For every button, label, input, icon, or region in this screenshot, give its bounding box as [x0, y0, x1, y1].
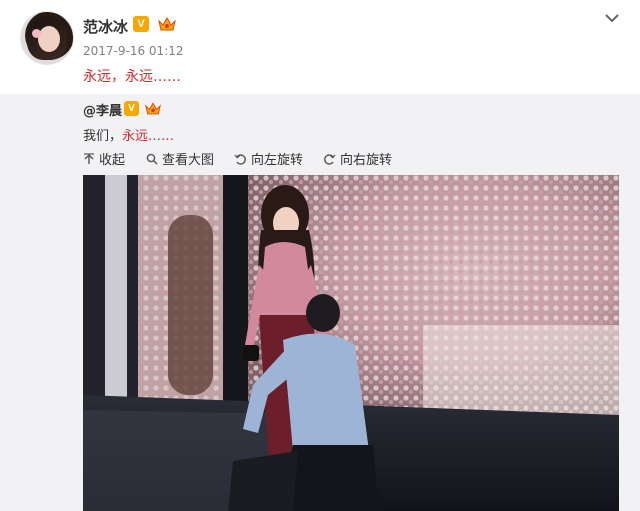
- avatar[interactable]: [20, 11, 74, 65]
- proposal-photo-illustration: [83, 175, 619, 511]
- view-large-button[interactable]: 查看大图: [146, 149, 214, 168]
- post-timestamp[interactable]: 2017-9-16 01:12: [83, 44, 184, 58]
- crown-icon: [158, 16, 176, 31]
- post-card: 范冰冰 V 2017-9-16 01:12 永远，永远……: [0, 0, 640, 93]
- post-text: 永远，永远……: [83, 69, 181, 85]
- rotate-right-icon: [324, 153, 336, 165]
- rotate-right-button[interactable]: 向右旋转: [323, 149, 392, 168]
- rotate-left-icon: [234, 153, 246, 165]
- rotate-left-label: 向左旋转: [251, 153, 304, 168]
- crown-icon: [145, 102, 161, 115]
- collapse-arrow-icon: [84, 152, 94, 164]
- collapse-label: 收起: [99, 153, 126, 168]
- post-username[interactable]: 范冰冰: [83, 16, 128, 37]
- repost-text-highlight: 永远……: [122, 129, 175, 144]
- repost-text-prefix: 我们，: [83, 129, 123, 144]
- verified-badge-icon: V: [124, 101, 139, 116]
- chevron-down-icon[interactable]: [602, 10, 622, 26]
- verified-badge-icon: V: [133, 16, 149, 32]
- view-large-label: 查看大图: [162, 153, 215, 168]
- repost-text: 我们，永远……: [83, 125, 174, 144]
- post-photo[interactable]: [83, 175, 619, 511]
- rotate-right-label: 向右旋转: [340, 153, 393, 168]
- rotate-left-button[interactable]: 向左旋转: [234, 149, 303, 168]
- collapse-button[interactable]: 收起: [83, 149, 125, 168]
- repost-username[interactable]: @李晨: [83, 100, 122, 119]
- search-icon: [146, 153, 158, 165]
- repost-card: @李晨 V 我们，永远…… 收起 查看大图 向左旋转 向右旋转: [0, 94, 640, 511]
